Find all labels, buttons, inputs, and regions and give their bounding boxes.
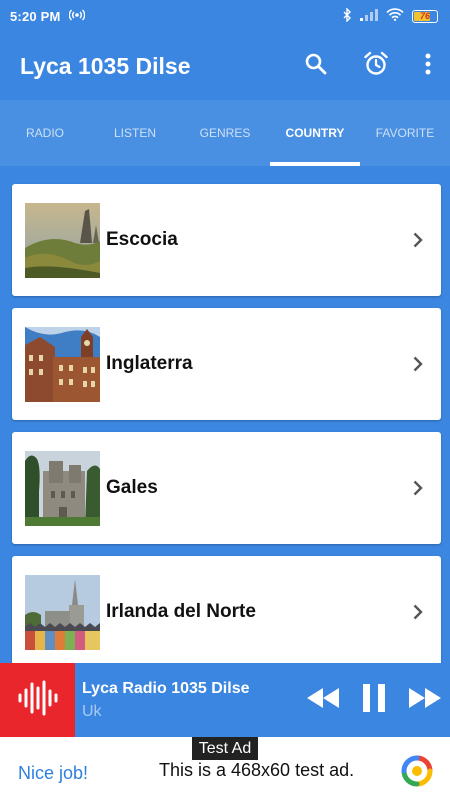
chevron-right-icon	[395, 232, 441, 248]
battery-percent: 76	[419, 11, 430, 21]
chevron-right-icon	[395, 604, 441, 620]
list-item-escocia[interactable]: Escocia	[12, 184, 441, 296]
station-logo[interactable]	[0, 663, 75, 737]
app-title: Lyca 1035 Dilse	[20, 52, 191, 79]
ad-label: Test Ad	[192, 737, 258, 760]
tab-favorite[interactable]: FAVORITE	[360, 100, 450, 166]
more-options-button[interactable]	[406, 38, 450, 94]
tab-label: LISTEN	[113, 126, 156, 140]
wifi-icon	[386, 8, 404, 24]
chevron-right-icon	[395, 480, 441, 496]
list-item-inglaterra[interactable]: Inglaterra	[12, 308, 441, 420]
now-playing-subtitle: Uk	[82, 702, 102, 720]
app-bar: Lyca 1035 Dilse	[0, 32, 450, 100]
mini-player: Lyca Radio 1035 Dilse Uk	[0, 663, 450, 737]
ad-network-logo-icon	[400, 754, 434, 788]
status-bar: 5:20 PM 76	[0, 0, 450, 32]
tab-listen[interactable]: LISTEN	[90, 100, 180, 166]
list-item-irlanda-del-norte[interactable]: Irlanda del Norte	[12, 556, 441, 663]
tab-genres[interactable]: GENRES	[180, 100, 270, 166]
ad-body-text: This is a 468x60 test ad.	[159, 760, 355, 780]
status-time: 5:20 PM	[10, 8, 61, 24]
tab-label: RADIO	[25, 126, 64, 140]
radio-waves-icon	[68, 9, 85, 24]
pause-icon	[362, 683, 386, 717]
list-item-gales[interactable]: Gales	[12, 432, 441, 544]
fast-forward-button[interactable]	[399, 675, 450, 725]
highland-landscape-image	[25, 202, 100, 278]
search-icon	[304, 52, 328, 81]
search-button[interactable]	[286, 38, 346, 94]
signal-icon	[360, 8, 378, 24]
cathedral-spire-town-image	[25, 574, 100, 650]
country-name: Inglaterra	[106, 353, 193, 374]
sound-wave-icon	[17, 680, 59, 721]
tab-label: COUNTRY	[285, 126, 345, 140]
alarm-clock-icon	[363, 51, 389, 82]
country-name: Gales	[106, 477, 158, 498]
tab-label: FAVORITE	[375, 126, 435, 140]
rewind-icon	[306, 687, 339, 713]
ad-cta-text: Nice job!	[18, 763, 89, 783]
chevron-right-icon	[395, 356, 441, 372]
alarm-button[interactable]	[346, 38, 406, 94]
pause-button[interactable]	[348, 675, 399, 725]
country-list: Escocia Inglaterra Gales Irlanda del Nor…	[0, 166, 450, 663]
fast-forward-icon	[408, 687, 441, 713]
country-name: Irlanda del Norte	[106, 601, 256, 622]
tab-radio[interactable]: RADIO	[0, 100, 90, 166]
now-playing-title: Lyca Radio 1035 Dilse	[82, 679, 250, 697]
stone-castle-image	[25, 450, 100, 526]
tab-bar: RADIO LISTEN GENRES COUNTRY FAVORITE	[0, 100, 450, 166]
battery-icon: 76	[412, 9, 438, 23]
ad-banner[interactable]: Test Ad Nice job! This is a 468x60 test …	[0, 737, 450, 800]
brick-tower-building-image	[25, 326, 100, 402]
rewind-button[interactable]	[297, 675, 348, 725]
bluetooth-icon	[342, 6, 352, 25]
country-name: Escocia	[106, 229, 178, 250]
tab-label: GENRES	[199, 126, 251, 140]
more-vertical-icon	[425, 53, 431, 80]
tab-country[interactable]: COUNTRY	[270, 100, 360, 166]
